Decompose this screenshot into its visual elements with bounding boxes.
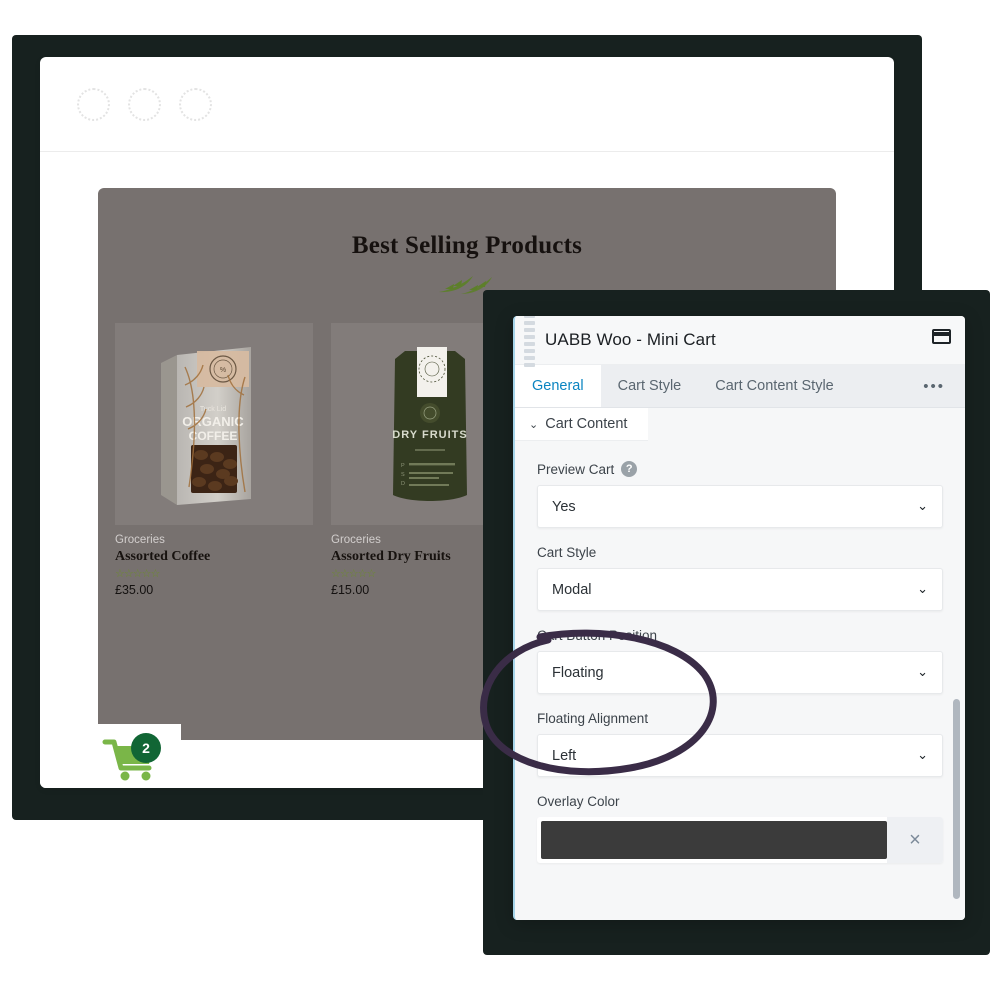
- panel-body: Preview Cart ? Yes ⌄ Cart Style Modal ⌄: [515, 441, 965, 920]
- page-title: Best Selling Products: [351, 232, 583, 259]
- settings-panel: UABB Woo - Mini Cart General Cart Style …: [513, 316, 965, 920]
- panel-window-icon[interactable]: [932, 329, 951, 344]
- panel-header[interactable]: UABB Woo - Mini Cart: [515, 316, 965, 367]
- svg-text:Tuck Lid: Tuck Lid: [200, 406, 226, 413]
- select-cart-button-position[interactable]: Floating ⌄: [537, 651, 943, 694]
- select-value: Floating: [552, 664, 604, 681]
- label-text: Cart Button Position: [537, 628, 658, 643]
- browser-dot-1[interactable]: [77, 87, 110, 121]
- clear-color-button[interactable]: ×: [887, 817, 943, 863]
- browser-dot-2[interactable]: [128, 87, 161, 121]
- field-cart-style: Cart Style Modal ⌄: [537, 545, 943, 611]
- field-label: Floating Alignment: [537, 711, 943, 726]
- label-text: Floating Alignment: [537, 711, 649, 726]
- field-cart-button-position: Cart Button Position Floating ⌄: [537, 628, 943, 694]
- select-value: Left: [552, 747, 577, 764]
- select-value: Yes: [552, 498, 576, 515]
- field-label: Preview Cart ?: [537, 461, 943, 477]
- chevron-down-icon: ⌄: [917, 498, 928, 513]
- panel-scrollbar[interactable]: [953, 699, 960, 899]
- field-label: Cart Style: [537, 545, 943, 560]
- drag-handle-icon[interactable]: [524, 316, 535, 367]
- browser-toolbar: [40, 57, 894, 152]
- product-name[interactable]: Assorted Coffee: [115, 549, 313, 565]
- chevron-down-icon: ⌄: [529, 418, 539, 431]
- label-text: Preview Cart: [537, 461, 615, 477]
- label-text: Cart Style: [537, 545, 597, 560]
- svg-text:%: %: [220, 367, 226, 374]
- select-floating-alignment[interactable]: Left ⌄: [537, 734, 943, 777]
- tab-general[interactable]: General: [515, 365, 601, 407]
- floating-cart-button[interactable]: 2: [81, 724, 181, 788]
- select-preview-cart[interactable]: Yes ⌄: [537, 485, 943, 528]
- field-floating-alignment: Floating Alignment Left ⌄: [537, 711, 943, 777]
- select-value: Modal: [552, 581, 592, 598]
- panel-tabs: General Cart Style Cart Content Style ••…: [515, 365, 965, 408]
- more-tabs-icon[interactable]: •••: [903, 365, 965, 407]
- rating-stars: ☆☆☆☆☆: [115, 568, 160, 580]
- browser-dot-3[interactable]: [179, 87, 212, 121]
- field-label: Cart Button Position: [537, 628, 943, 643]
- product-card[interactable]: % Tuck Lid ORGANIC COFFEE Groceries Asso…: [115, 323, 313, 597]
- svg-text:D: D: [401, 481, 405, 487]
- svg-text:DRY FRUITS: DRY FRUITS: [392, 429, 467, 441]
- product-category: Groceries: [115, 534, 165, 546]
- field-label: Overlay Color: [537, 794, 943, 809]
- label-text: Overlay Color: [537, 794, 620, 809]
- field-preview-cart: Preview Cart ? Yes ⌄: [537, 461, 943, 528]
- color-picker-row: ×: [537, 817, 943, 863]
- chevron-down-icon: ⌄: [917, 664, 928, 679]
- tab-cart-content-style[interactable]: Cart Content Style: [698, 365, 850, 407]
- chevron-down-icon: ⌄: [917, 747, 928, 762]
- product-image: % Tuck Lid ORGANIC COFFEE: [115, 323, 313, 525]
- field-overlay-color: Overlay Color ×: [537, 794, 943, 863]
- svg-text:P: P: [401, 463, 405, 469]
- svg-text:COFFEE: COFFEE: [189, 429, 238, 443]
- tab-cart-style[interactable]: Cart Style: [601, 365, 699, 407]
- help-icon[interactable]: ?: [621, 461, 638, 477]
- product-price: £35.00: [115, 583, 154, 597]
- select-cart-style[interactable]: Modal ⌄: [537, 568, 943, 611]
- chevron-down-icon: ⌄: [917, 581, 928, 596]
- accordion-cart-content[interactable]: ⌄ Cart Content: [515, 408, 648, 441]
- svg-text:S: S: [401, 472, 405, 478]
- cart-count-badge: 2: [131, 733, 161, 763]
- accordion-label: Cart Content: [545, 416, 628, 432]
- screenshot-root: Best Selling Products % Tuck Lid ORGANIC…: [0, 0, 1000, 1000]
- panel-title: UABB Woo - Mini Cart: [545, 330, 716, 349]
- color-swatch[interactable]: [541, 821, 887, 859]
